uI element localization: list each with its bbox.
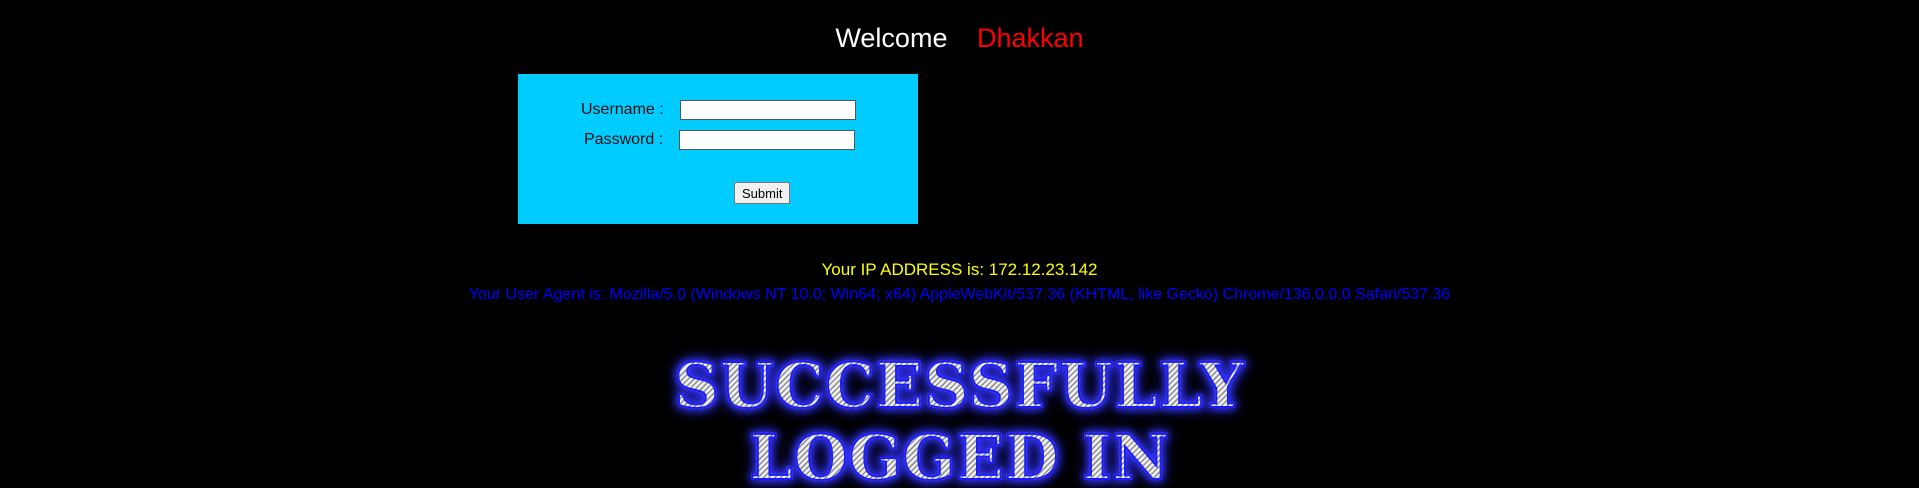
- username-input[interactable]: [679, 100, 856, 120]
- welcome-header: Welcome Dhakkan: [0, 20, 1919, 56]
- password-label: Password :: [584, 131, 664, 148]
- success-banner-line1: SUCCESSFULLY: [0, 349, 1919, 423]
- password-row: Password :: [584, 128, 856, 152]
- welcome-text: Welcome: [835, 23, 948, 53]
- username-label: Username :: [581, 101, 664, 118]
- username-row: Username :: [581, 98, 856, 122]
- page: Welcome Dhakkan Username : Password : Su…: [0, 0, 1919, 488]
- login-form: Username : Password : Submit: [518, 74, 918, 224]
- password-input[interactable]: [679, 130, 856, 150]
- ip-address-text: Your IP ADDRESS is: 172.12.23.142: [821, 260, 1098, 279]
- submit-button[interactable]: Submit: [734, 182, 791, 204]
- success-banner-line2: LOGGED IN: [0, 421, 1919, 488]
- welcome-user-name: Dhakkan: [976, 23, 1084, 53]
- user-agent-text: Your User Agent is: Mozilla/5.0 (Windows…: [468, 286, 1451, 303]
